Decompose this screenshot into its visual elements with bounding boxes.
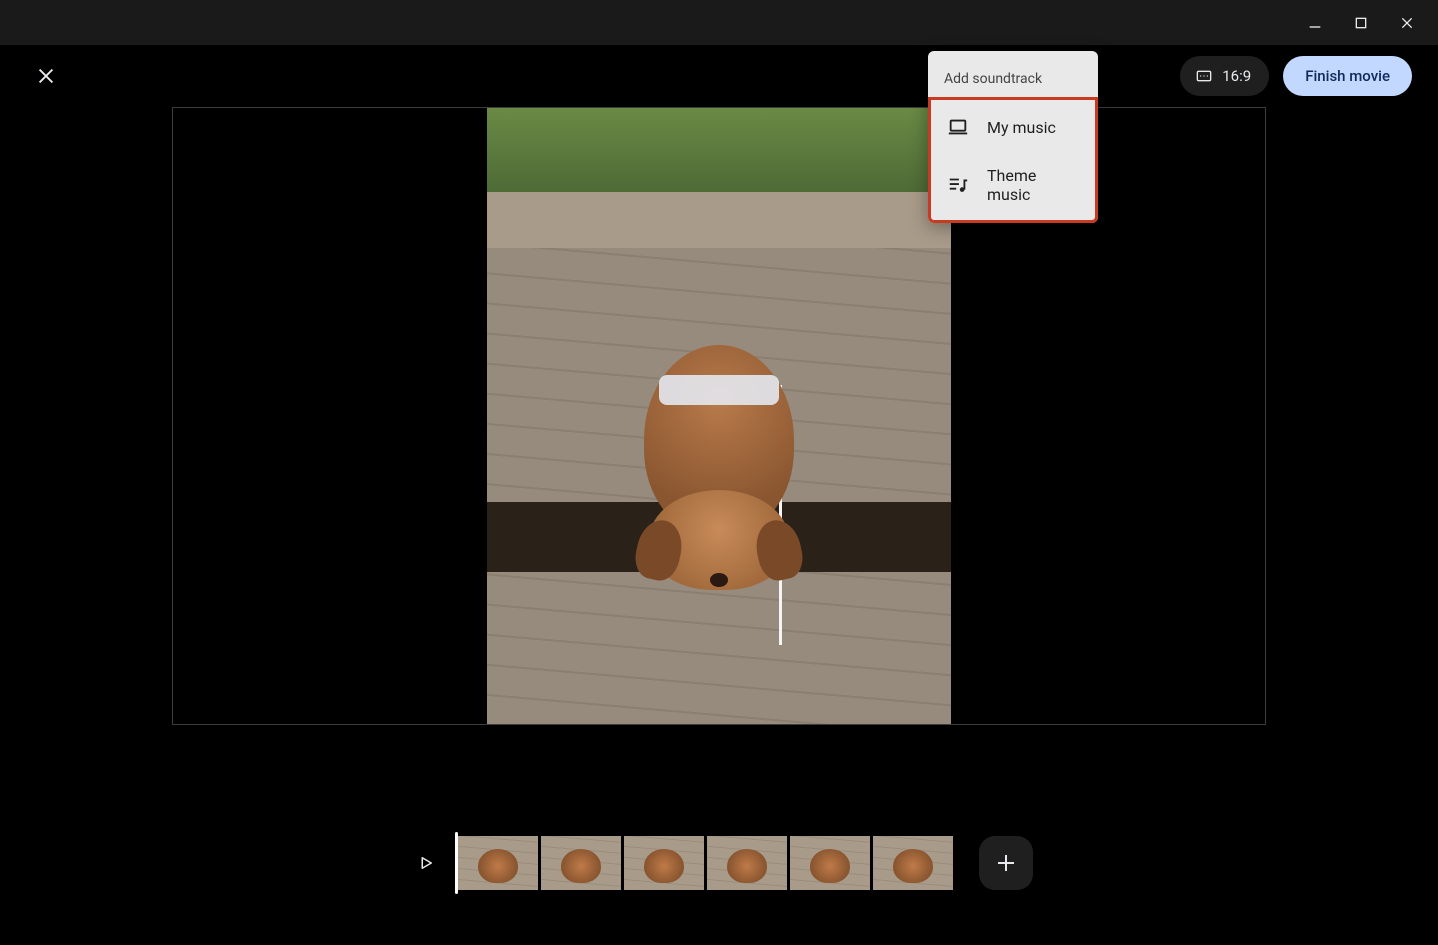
aspect-ratio-icon	[1194, 68, 1214, 84]
clip-thumbnail[interactable]	[790, 836, 870, 890]
clip-thumbnail[interactable]	[541, 836, 621, 890]
window-maximize-button[interactable]	[1338, 0, 1384, 45]
clip-thumbnail[interactable]	[458, 836, 538, 890]
soundtrack-menu-title: Add soundtrack	[928, 57, 1098, 97]
laptop-icon	[947, 116, 969, 138]
close-icon	[35, 65, 57, 87]
plus-icon	[994, 851, 1018, 875]
theme-music-label: Theme music	[987, 166, 1079, 204]
maximize-icon	[1353, 15, 1369, 31]
play-button[interactable]	[406, 843, 446, 883]
preview-frame[interactable]	[487, 108, 951, 724]
minimize-icon	[1307, 15, 1323, 31]
soundtrack-menu: Add soundtrack My music Theme music	[928, 51, 1098, 223]
clip-thumbnail[interactable]	[624, 836, 704, 890]
window-close-button[interactable]	[1384, 0, 1430, 45]
clip-thumbnail[interactable]	[707, 836, 787, 890]
editor-top-bar: 16:9 Finish movie	[0, 45, 1438, 107]
theme-music-option[interactable]: Theme music	[931, 152, 1095, 218]
aspect-ratio-label: 16:9	[1222, 67, 1251, 85]
my-music-option[interactable]: My music	[931, 102, 1095, 152]
window-minimize-button[interactable]	[1292, 0, 1338, 45]
finish-movie-button[interactable]: Finish movie	[1283, 56, 1412, 96]
window-titlebar	[0, 0, 1438, 45]
queue-music-icon	[947, 174, 969, 196]
timeline	[0, 836, 1438, 890]
aspect-ratio-button[interactable]: 16:9	[1180, 56, 1269, 96]
my-music-label: My music	[987, 118, 1056, 137]
add-clip-button[interactable]	[979, 836, 1033, 890]
play-icon	[417, 854, 435, 872]
clip-strip[interactable]	[458, 836, 953, 890]
close-icon	[1399, 15, 1415, 31]
close-editor-button[interactable]	[26, 56, 66, 96]
clip-thumbnail[interactable]	[873, 836, 953, 890]
preview-canvas	[172, 107, 1266, 725]
